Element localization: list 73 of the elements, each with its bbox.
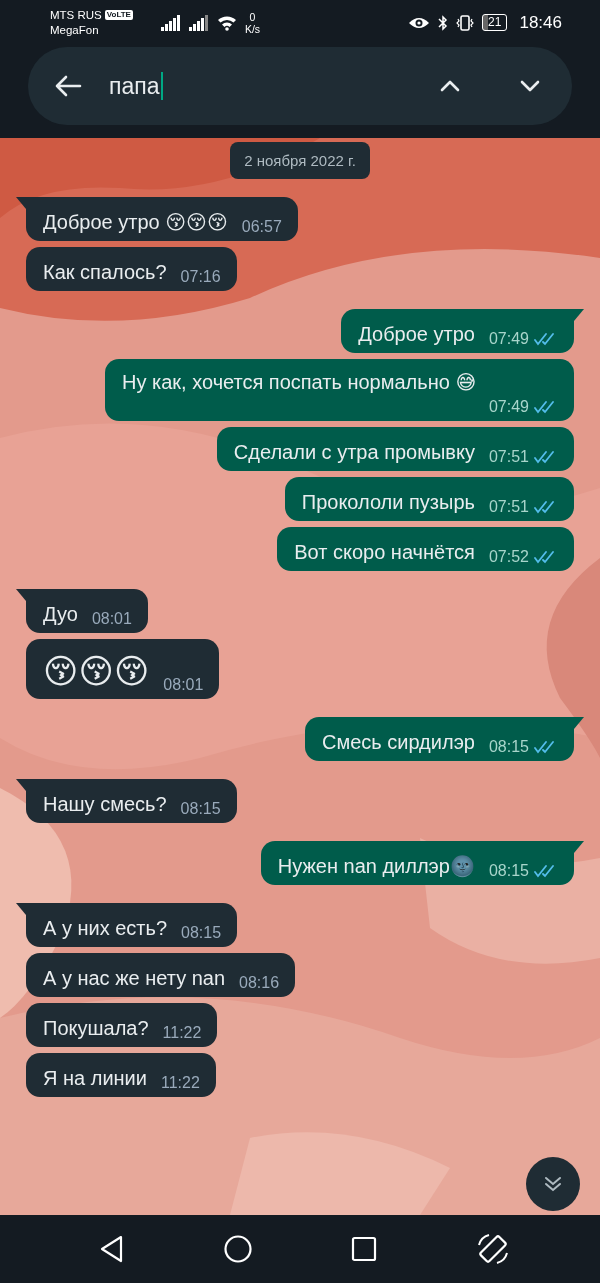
message-bubble[interactable]: Нашу смесь? 08:15 — [26, 779, 237, 823]
recents-icon[interactable] — [351, 1236, 377, 1262]
message-bubble[interactable]: 😚😚😚 08:01 — [26, 639, 220, 699]
message-time: 08:15 — [181, 923, 222, 943]
volte-badge: VoLTE — [104, 10, 133, 20]
message-time: 08:15 — [180, 799, 221, 819]
network-speed: 0 — [249, 10, 256, 23]
message-text: Вот скоро начнётся — [294, 540, 475, 565]
message-time: 07:51 — [488, 497, 529, 517]
message-text: Доброе утро 😚😚😚 — [43, 210, 228, 235]
message-text: Нужен nan диллэр🌚 — [277, 854, 475, 879]
double-chevron-down-icon — [543, 1175, 563, 1193]
back-arrow-icon[interactable] — [54, 74, 82, 98]
message-text: Ну как, хочется поспать нормально 😅 — [122, 370, 477, 395]
message-time: 07:49 — [488, 329, 529, 349]
message-bubble[interactable]: Прокололи пузырь 07:51 — [284, 477, 574, 521]
battery-icon: 21 — [482, 14, 508, 31]
message-text: Как спалось? — [43, 260, 167, 285]
message-time: 11:22 — [162, 1023, 202, 1043]
home-icon[interactable] — [223, 1234, 253, 1264]
message-text: Сделали с утра промывку — [233, 440, 475, 465]
message-time: 11:22 — [160, 1073, 200, 1093]
message-bubble[interactable]: Смесь сирдилэр 08:15 — [305, 717, 574, 761]
message-text: Доброе утро — [358, 322, 475, 347]
message-bubble[interactable]: Я на линии 11:22 — [26, 1053, 216, 1097]
back-icon[interactable] — [99, 1235, 125, 1263]
message-time: 06:57 — [241, 217, 282, 237]
message-bubble[interactable]: А у них есть? 08:15 — [26, 903, 238, 947]
search-field[interactable]: папа — [28, 47, 572, 125]
message-text: Прокололи пузырь — [301, 490, 475, 515]
date-separator: 2 ноября 2022 г. — [230, 142, 370, 179]
message-text: Я на линии — [43, 1066, 147, 1091]
signal-icon — [160, 14, 181, 31]
search-query: папа — [109, 72, 160, 100]
text-cursor — [160, 72, 163, 100]
carrier-name: MTS RUS — [50, 7, 102, 23]
message-text: 😚😚😚 — [43, 651, 150, 692]
message-bubble[interactable]: Доброе утро 07:49 — [341, 309, 574, 353]
message-time: 08:15 — [488, 737, 529, 757]
message-time: 08:15 — [488, 861, 529, 881]
message-time: 07:51 — [488, 447, 529, 467]
message-bubble[interactable]: Вот скоро начнётся 07:52 — [277, 527, 574, 571]
message-bubble[interactable]: Доброе утро 😚😚😚 06:57 — [26, 197, 298, 241]
message-text: А у нас же нету nan — [43, 966, 226, 991]
message-time: 07:16 — [180, 267, 221, 287]
message-bubble[interactable]: Нужен nan диллэр🌚 08:15 — [260, 841, 574, 885]
bluetooth-icon — [438, 14, 449, 31]
chevron-up-icon[interactable] — [440, 80, 460, 92]
message-time: 07:52 — [488, 547, 529, 567]
message-bubble[interactable]: Дуо 08:01 — [26, 589, 148, 633]
message-text: А у них есть? — [43, 916, 168, 941]
message-text: Нашу смесь? — [43, 792, 167, 817]
message-bubble[interactable]: Как спалось? 07:16 — [26, 247, 237, 291]
message-text: Покушала? — [43, 1016, 149, 1041]
message-bubble[interactable]: Сделали с утра промывку 07:51 — [216, 427, 574, 471]
message-bubble[interactable]: Покушала? 11:22 — [26, 1003, 218, 1047]
signal-icon — [188, 14, 209, 31]
network-speed-unit: K/s — [244, 22, 261, 35]
message-bubble[interactable]: А у нас же нету nan 08:16 — [26, 953, 296, 997]
eye-icon — [408, 15, 431, 30]
chevron-down-icon[interactable] — [520, 80, 540, 92]
message-time: 07:49 — [488, 397, 529, 417]
message-time: 08:16 — [239, 973, 280, 993]
vibrate-icon — [456, 14, 475, 31]
message-bubble[interactable]: Ну как, хочется поспать нормально 😅 07:49 — [105, 359, 574, 421]
message-time: 08:01 — [163, 675, 204, 695]
carrier-name: MegaFon — [50, 22, 100, 38]
clock: 18:46 — [519, 12, 562, 33]
message-text: Дуо — [43, 602, 78, 627]
message-time: 08:01 — [91, 609, 132, 629]
message-text: Смесь сирдилэр — [322, 730, 475, 755]
wifi-icon — [216, 14, 237, 31]
rotate-screen-icon[interactable] — [475, 1231, 511, 1267]
